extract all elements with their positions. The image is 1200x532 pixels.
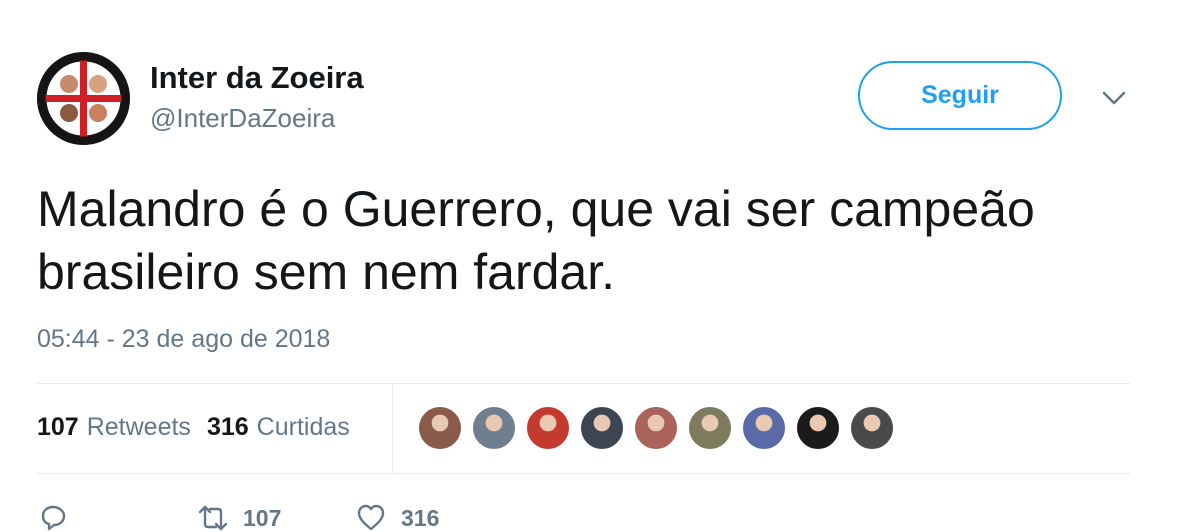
liker-avatar-icon[interactable] [633,405,679,451]
like-count: 316 [401,504,440,531]
tweet-timestamp[interactable]: 05:44 - 23 de ago de 2018 [37,325,330,354]
reply-icon [37,502,69,532]
follow-button[interactable]: Seguir [858,61,1062,130]
liker-avatar-icon[interactable] [417,405,463,451]
liker-avatar-icon[interactable] [471,405,517,451]
chevron-down-icon[interactable] [1098,86,1130,110]
avatar[interactable] [37,52,130,145]
like-button[interactable]: 316 [355,502,439,532]
stats-separator [392,383,393,473]
retweets-label: Retweets [86,413,191,441]
likes-count: 316 [206,413,249,441]
divider [37,473,1130,474]
likes-label: Curtidas [256,413,350,441]
heart-icon [355,502,387,532]
liker-avatar-icon[interactable] [849,405,895,451]
tweet-card: Inter da Zoeira @InterDaZoeira Seguir Ma… [0,0,1200,532]
divider [37,383,1130,384]
likers-avatars [417,405,895,451]
user-display-name[interactable]: Inter da Zoeira [150,60,364,96]
liker-avatar-icon[interactable] [795,405,841,451]
liker-avatar-icon[interactable] [579,405,625,451]
reply-button[interactable] [37,502,69,532]
liker-avatar-icon[interactable] [687,405,733,451]
team-badge-avatar-icon [37,52,130,145]
retweet-icon [197,502,229,532]
retweet-button[interactable]: 107 [197,502,281,532]
tweet-text: Malandro é o Guerrero, que vai ser campe… [37,181,1035,300]
retweets-stat[interactable]: 107 Retweets [37,413,191,442]
tweet-stats: 107 Retweets 316 Curtidas [37,413,350,442]
likes-stat[interactable]: 316 Curtidas [207,413,350,442]
user-handle[interactable]: @InterDaZoeira [150,103,335,134]
retweets-count: 107 [37,413,79,441]
liker-avatar-icon[interactable] [741,405,787,451]
retweet-count: 107 [243,504,282,531]
liker-avatar-icon[interactable] [525,405,571,451]
